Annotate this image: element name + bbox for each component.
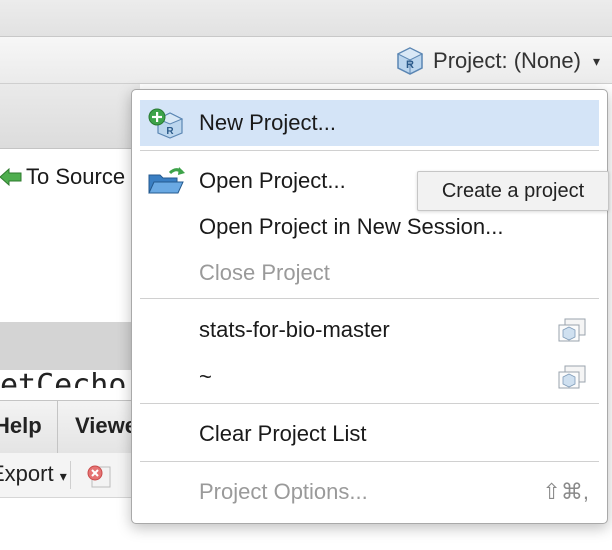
project-toolbar: R Project: (None) ▾ — [0, 37, 612, 84]
to-source-label: To Source — [26, 164, 126, 189]
menu-separator — [140, 150, 599, 151]
console-code-fragment: etCecho — [0, 368, 127, 388]
menu-item-label: ~ — [199, 364, 212, 389]
svg-text:R: R — [406, 59, 414, 71]
tab-separator — [57, 401, 58, 453]
r-project-cube-icon: R — [396, 47, 424, 75]
menu-item-project-options: Project Options... ⇧⌘, — [140, 469, 599, 515]
toolbar-separator — [70, 461, 71, 489]
help-pane-tabbar: Help Viewer — [0, 400, 146, 454]
menu-item-new-project[interactable]: R New Project... — [140, 100, 599, 146]
left-pane: To Source etCecho Help Viewer Export ▾ — [0, 84, 146, 550]
menu-separator — [140, 461, 599, 462]
chevron-down-icon: ▾ — [592, 52, 600, 69]
to-source-button[interactable]: To Source — [0, 162, 125, 192]
menu-item-label: New Project... — [199, 110, 336, 135]
menu-item-recent-project[interactable]: stats-for-bio-master — [140, 307, 599, 353]
menu-item-clear-project-list[interactable]: Clear Project List — [140, 411, 599, 457]
project-menu-label: Project: (None) — [433, 48, 581, 73]
arrow-left-icon — [0, 168, 22, 186]
export-button[interactable]: Export ▾ — [0, 461, 67, 487]
project-dropdown-menu: R New Project... Open Project... Open Pr… — [131, 89, 608, 524]
menu-item-label: Clear Project List — [199, 421, 367, 446]
project-menu-button[interactable]: R Project: (None) ▾ — [395, 45, 600, 77]
pane-divider-bar — [0, 322, 140, 370]
keyboard-shortcut: ⇧⌘, — [542, 479, 589, 504]
menu-item-label: Open Project... — [199, 168, 346, 193]
menu-item-label: Open Project in New Session... — [199, 214, 504, 239]
menu-item-label: stats-for-bio-master — [199, 317, 390, 342]
menu-item-label: Close Project — [199, 260, 330, 285]
tooltip: Create a project — [417, 171, 609, 211]
menu-separator — [140, 298, 599, 299]
window-top-strip — [0, 0, 612, 37]
export-label: Export — [0, 461, 54, 486]
viewer-toolbar: Export ▾ — [0, 453, 140, 498]
svg-text:R: R — [166, 126, 174, 137]
chevron-down-icon: ▾ — [59, 468, 67, 484]
source-pane-tabbar — [0, 84, 140, 149]
menu-item-close-project: Close Project — [140, 250, 599, 296]
menu-separator — [140, 403, 599, 404]
new-project-icon: R — [148, 108, 184, 139]
remove-viewer-icon[interactable] — [84, 461, 114, 491]
tab-help[interactable]: Help — [0, 413, 42, 439]
open-in-new-session-icon[interactable] — [555, 364, 589, 390]
menu-item-recent-project[interactable]: ~ — [140, 354, 599, 400]
menu-item-label: Project Options... — [199, 479, 368, 504]
open-folder-icon — [148, 167, 185, 194]
open-in-new-session-icon[interactable] — [555, 317, 589, 343]
